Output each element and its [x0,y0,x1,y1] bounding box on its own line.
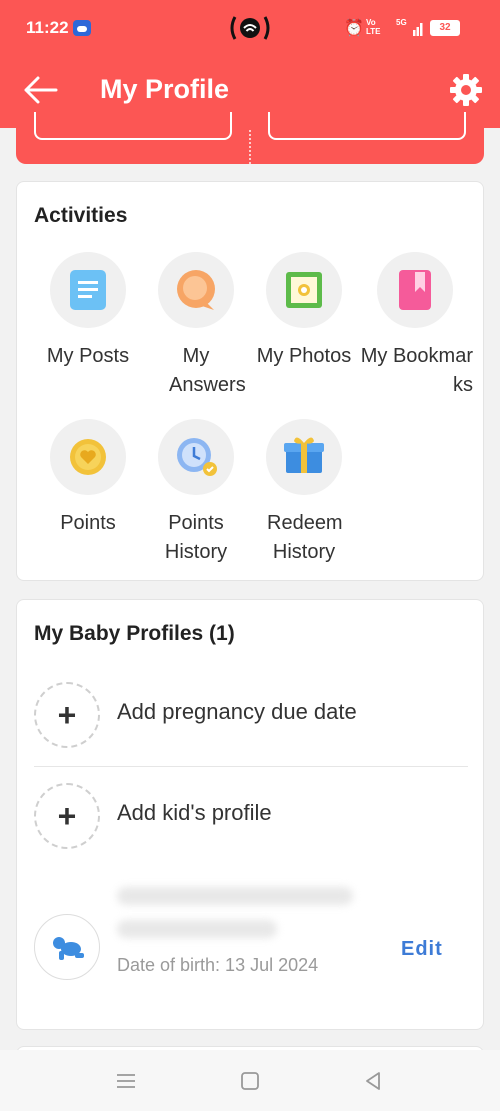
volte-indicator: Vo LTE [366,18,381,36]
signal-icon [413,23,423,36]
chat-bubble-icon [158,252,234,328]
cloud-icon [73,20,91,36]
activity-label: My Bookmarks [360,345,473,396]
activity-my-answers[interactable]: My Answers [141,252,251,400]
home-icon[interactable] [239,1070,261,1092]
activity-points-history[interactable]: Points History [141,419,251,567]
activities-card: Activities My Posts My Answers My Photos… [16,181,484,581]
profile-divider [249,130,251,164]
kid-date-of-birth: Date of birth: 13 Jul 2024 [117,955,319,975]
profile-right-button[interactable] [268,112,466,140]
add-kid-row[interactable]: + Add kid's profile [34,775,468,855]
activity-my-bookmarks[interactable]: My Bookmarks [357,252,473,400]
activity-label: My Posts [46,345,130,367]
battery-icon: 32 [430,20,460,36]
activity-points[interactable]: Points [33,419,143,538]
menu-icon[interactable] [115,1070,137,1092]
clock-history-icon [158,419,234,495]
edit-kid-button[interactable]: Edit [401,938,443,961]
system-nav-bar [0,1050,500,1111]
kid-name-redacted [117,887,353,905]
status-icons: ⏰ Vo LTE 5G 32 [344,18,474,38]
volte-bottom: LTE [366,27,381,36]
status-bar: 11:22 ⏰ Vo LTE 5G 32 [0,0,500,56]
bookmark-icon [377,252,453,328]
app-bar: 11:22 ⏰ Vo LTE 5G 32 My Profile [0,0,500,128]
add-due-date-label: Add pregnancy due date [117,699,357,724]
profile-summary-card [16,112,484,164]
alarm-icon: ⏰ [344,20,364,37]
activity-label: Redeem History [267,512,343,563]
baby-crawling-icon [34,914,100,980]
add-due-date-row[interactable]: + Add pregnancy due date [34,674,468,754]
coin-icon [50,419,126,495]
back-icon[interactable] [362,1070,384,1092]
back-arrow-icon[interactable] [20,70,60,110]
add-kid-label: Add kid's profile [117,800,272,825]
activity-label: My Answers [169,345,246,396]
activity-label: Points [60,512,116,534]
document-icon [50,252,126,328]
baby-profiles-card: My Baby Profiles (1) + Add pregnancy due… [16,599,484,1030]
baby-profiles-title: My Baby Profiles (1) [34,622,235,645]
plus-icon: + [34,682,100,748]
gift-icon [266,419,342,495]
gear-icon[interactable] [446,70,486,110]
activity-label: Points History [164,512,228,563]
photo-icon [266,252,342,328]
page-title: My Profile [100,74,230,104]
hotspot-icon [230,16,270,40]
header: My Profile [0,60,500,120]
activity-my-photos[interactable]: My Photos [249,252,359,371]
activities-title: Activities [34,204,128,227]
plus-icon: + [34,783,100,849]
divider [34,766,468,767]
activity-my-posts[interactable]: My Posts [33,252,143,371]
profile-left-button[interactable] [34,112,232,140]
volte-top: Vo [366,18,376,27]
activity-label: My Photos [256,345,352,367]
kid-detail-redacted [117,920,277,938]
activity-redeem-history[interactable]: Redeem History [249,419,359,567]
status-time: 11:22 [26,18,69,37]
